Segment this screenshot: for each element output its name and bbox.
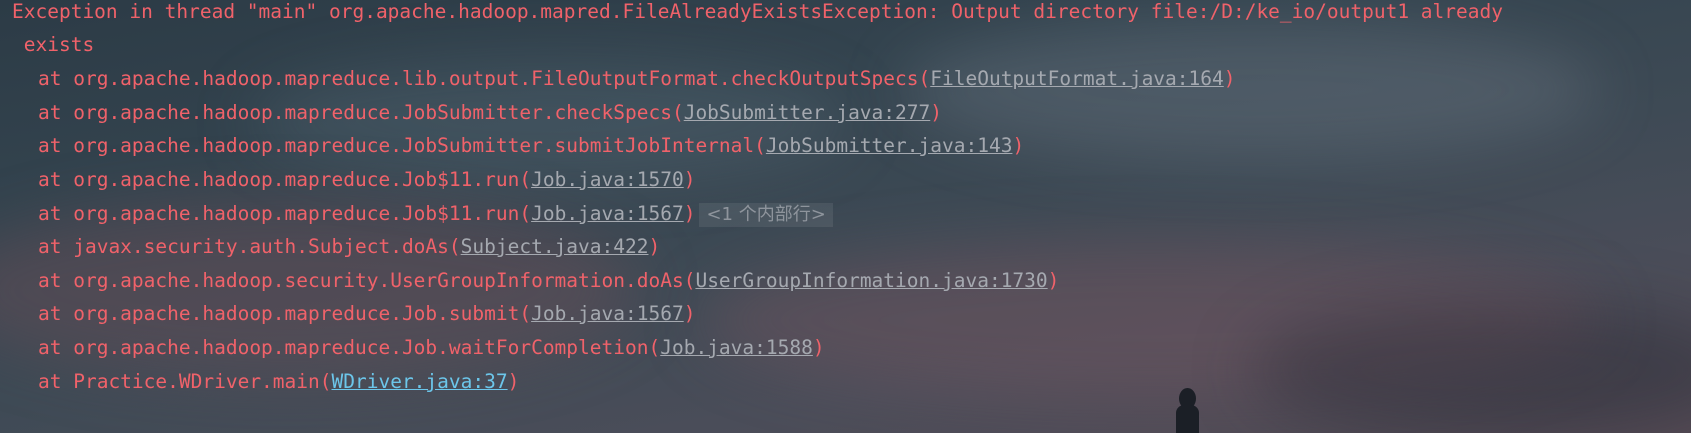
frame-method: at org.apache.hadoop.mapreduce.JobSubmit… xyxy=(38,101,684,124)
stack-frame: at org.apache.hadoop.mapreduce.JobSubmit… xyxy=(38,101,942,125)
background-silhouette xyxy=(1176,388,1199,433)
source-link[interactable]: Job.java:1588 xyxy=(660,336,813,359)
frame-method: at org.apache.hadoop.mapreduce.Job.submi… xyxy=(38,302,532,325)
stack-frame: at javax.security.auth.Subject.doAs(Subj… xyxy=(38,235,660,259)
frame-method: at org.apache.hadoop.mapreduce.JobSubmit… xyxy=(38,134,766,157)
stack-frame: at org.apache.hadoop.mapreduce.lib.outpu… xyxy=(38,67,1236,91)
source-link[interactable]: Job.java:1567 xyxy=(531,202,684,225)
frame-method: at org.apache.hadoop.mapreduce.Job$11.ru… xyxy=(38,202,532,225)
frame-close: ) xyxy=(648,235,661,258)
frame-close: ) xyxy=(507,370,520,393)
run-console: Exception in thread "main" org.apache.ha… xyxy=(0,0,1691,433)
frame-close: ) xyxy=(683,302,696,325)
frame-close: ) xyxy=(812,336,825,359)
stack-frame: at org.apache.hadoop.mapreduce.Job.waitF… xyxy=(38,336,825,360)
frame-close: ) xyxy=(683,202,696,225)
frame-method: at javax.security.auth.Subject.doAs( xyxy=(38,235,461,258)
frame-method: at Practice.WDriver.main( xyxy=(38,370,332,393)
stack-frame: at org.apache.hadoop.security.UserGroupI… xyxy=(38,269,1059,293)
stack-frame: at org.apache.hadoop.mapreduce.JobSubmit… xyxy=(38,134,1024,158)
stack-frame: at org.apache.hadoop.mapreduce.Job$11.ru… xyxy=(38,168,695,192)
frame-method: at org.apache.hadoop.security.UserGroupI… xyxy=(38,269,696,292)
stack-frame: at org.apache.hadoop.mapreduce.Job.submi… xyxy=(38,302,695,326)
project-source-link[interactable]: WDriver.java:37 xyxy=(332,370,508,393)
frame-close: ) xyxy=(1012,134,1025,157)
frame-close: ) xyxy=(930,101,942,124)
source-link[interactable]: Job.java:1570 xyxy=(531,168,684,191)
stack-frame: at org.apache.hadoop.mapreduce.Job$11.ru… xyxy=(38,202,833,227)
frame-method: at org.apache.hadoop.mapreduce.Job.waitF… xyxy=(38,336,661,359)
source-link[interactable]: Job.java:1567 xyxy=(531,302,684,325)
frame-close: ) xyxy=(683,168,696,191)
background-cloud xyxy=(700,240,1600,400)
source-link[interactable]: JobSubmitter.java:277 xyxy=(684,101,931,124)
frame-method: at org.apache.hadoop.mapreduce.lib.outpu… xyxy=(38,67,931,90)
frame-close: ) xyxy=(1223,67,1236,90)
folded-internal-lines[interactable]: <1 个内部行> xyxy=(699,203,833,227)
source-link[interactable]: JobSubmitter.java:143 xyxy=(766,134,1013,157)
exception-message: Exception in thread "main" org.apache.ha… xyxy=(12,0,1503,23)
frame-method: at org.apache.hadoop.mapreduce.Job$11.ru… xyxy=(38,168,532,191)
frame-close: ) xyxy=(1047,269,1060,292)
source-link[interactable]: UserGroupInformation.java:1730 xyxy=(695,269,1047,292)
exception-message-continuation: exists xyxy=(12,33,95,56)
stack-frame: at Practice.WDriver.main(WDriver.java:37… xyxy=(38,370,519,394)
source-link[interactable]: Subject.java:422 xyxy=(461,235,649,258)
background-cloud xyxy=(1250,300,1691,433)
source-link[interactable]: FileOutputFormat.java:164 xyxy=(930,67,1224,90)
